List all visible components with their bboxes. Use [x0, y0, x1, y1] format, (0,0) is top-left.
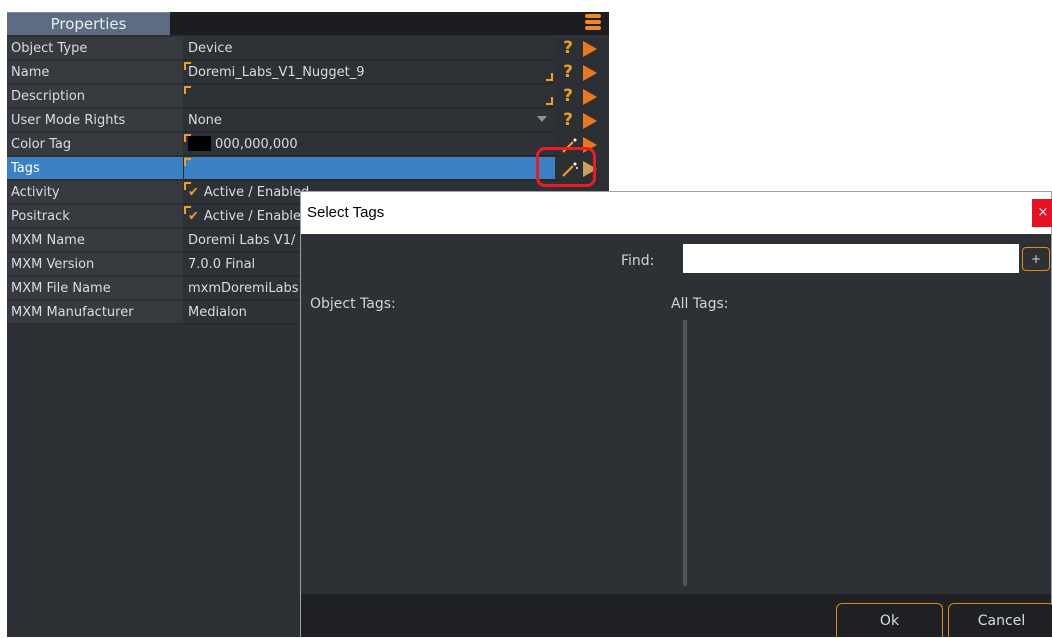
- tab-properties[interactable]: Properties: [7, 12, 170, 35]
- edit-corner-icon: [184, 206, 191, 214]
- edit-corner-icon: [546, 73, 553, 81]
- property-value: Doremi_Labs_V1_Nugget_9: [188, 65, 365, 80]
- edit-corner-icon: [184, 182, 191, 190]
- all-tags-label: All Tags:: [671, 296, 729, 312]
- property-label: Object Type: [7, 37, 183, 60]
- dialog-footer: Ok Cancel: [301, 594, 1052, 637]
- chevron-down-icon[interactable]: [537, 116, 547, 122]
- property-value: None: [188, 113, 222, 128]
- property-label: Positrack: [7, 205, 183, 228]
- find-input[interactable]: [683, 244, 1019, 273]
- property-label: MXM Name: [7, 229, 183, 252]
- property-row-name: Name Doremi_Labs_V1_Nugget_9 ?: [7, 61, 609, 84]
- property-row-description: Description ?: [7, 85, 609, 108]
- property-row-user-mode-rights: User Mode Rights None ?: [7, 109, 609, 132]
- close-button[interactable]: ×: [1032, 199, 1052, 227]
- property-value: Device: [184, 37, 555, 60]
- dialog-title: Select Tags: [307, 204, 385, 221]
- help-icon[interactable]: ?: [560, 38, 576, 58]
- ok-button[interactable]: Ok: [836, 603, 943, 637]
- object-tags-list[interactable]: [305, 320, 675, 586]
- name-field[interactable]: Doremi_Labs_V1_Nugget_9: [184, 61, 555, 84]
- user-mode-rights-select[interactable]: None: [184, 109, 555, 132]
- select-tags-dialog: Select Tags × Find: + Object Tags: All T…: [300, 191, 1052, 637]
- help-icon[interactable]: ?: [560, 110, 576, 130]
- play-icon[interactable]: [583, 65, 597, 81]
- property-label: MXM File Name: [7, 277, 183, 300]
- play-icon[interactable]: [583, 89, 597, 105]
- property-label: Color Tag: [7, 133, 183, 156]
- dialog-title-bar[interactable]: Select Tags ×: [301, 192, 1052, 234]
- property-value: Active / Enabled: [203, 209, 310, 224]
- property-label: Tags: [7, 157, 183, 180]
- cancel-button[interactable]: Cancel: [948, 603, 1052, 637]
- property-value: Active / Enabled: [203, 185, 310, 200]
- property-label: User Mode Rights: [7, 109, 183, 132]
- properties-header: Properties: [7, 12, 609, 35]
- property-row-tags: Tags: [7, 157, 609, 180]
- edit-corner-icon: [184, 134, 191, 142]
- property-label: MXM Manufacturer: [7, 301, 183, 324]
- property-value: 000,000,000: [215, 137, 298, 152]
- menu-icon[interactable]: [585, 14, 601, 32]
- help-icon[interactable]: ?: [560, 86, 576, 106]
- property-label: Description: [7, 85, 183, 108]
- property-label: MXM Version: [7, 253, 183, 276]
- highlight-ring: [536, 147, 596, 187]
- property-row-color-tag: Color Tag 000,000,000: [7, 133, 609, 156]
- all-tags-list[interactable]: [683, 320, 687, 586]
- help-icon[interactable]: ?: [560, 62, 576, 82]
- edit-corner-icon: [184, 158, 191, 166]
- add-tag-button[interactable]: +: [1022, 247, 1050, 271]
- color-swatch[interactable]: [188, 136, 211, 151]
- object-tags-label: Object Tags:: [310, 296, 396, 312]
- description-field[interactable]: [184, 85, 555, 108]
- find-label: Find:: [621, 253, 655, 269]
- property-row-object-type: Object Type Device ?: [7, 37, 609, 60]
- color-tag-field[interactable]: 000,000,000: [184, 133, 555, 156]
- edit-corner-icon: [184, 62, 191, 70]
- tags-field[interactable]: [184, 157, 555, 180]
- play-icon[interactable]: [583, 41, 597, 57]
- play-icon[interactable]: [583, 113, 597, 129]
- property-label: Activity: [7, 181, 183, 204]
- edit-corner-icon: [184, 86, 191, 94]
- property-label: Name: [7, 61, 183, 84]
- edit-corner-icon: [546, 97, 553, 105]
